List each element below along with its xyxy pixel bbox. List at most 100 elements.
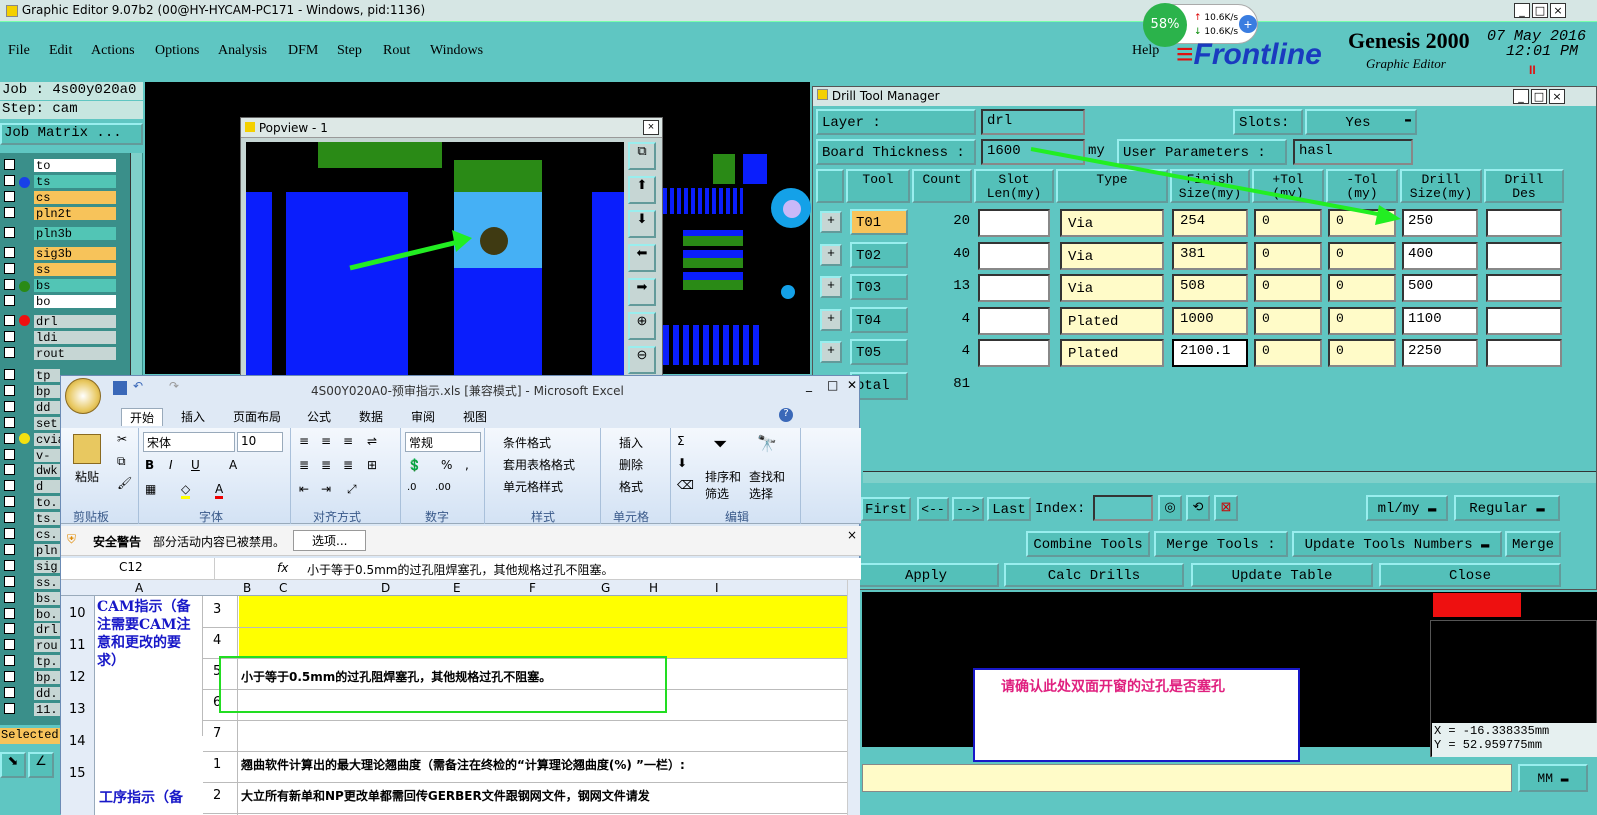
- finish-size-field[interactable]: 381: [1172, 241, 1248, 270]
- update-numbers-dropdown[interactable]: Update Tools Numbers ▬: [1292, 531, 1502, 557]
- table-format-button[interactable]: 套用表格格式: [503, 456, 575, 473]
- layer-checkbox[interactable]: [4, 416, 15, 428]
- layer-checkbox[interactable]: [4, 655, 15, 667]
- tool-cell[interactable]: T04: [850, 306, 908, 333]
- layer-checkbox[interactable]: [4, 432, 15, 444]
- layer-item-sig3b[interactable]: sig3b: [34, 247, 116, 261]
- type-dropdown[interactable]: Via: [1060, 241, 1164, 270]
- ribbon-tab-5[interactable]: 审阅: [403, 408, 443, 425]
- minimize-button[interactable]: _: [1514, 3, 1530, 18]
- grow-font-icon[interactable]: A: [229, 458, 237, 472]
- pan-right-icon[interactable]: ➡: [628, 278, 656, 306]
- column-header-D[interactable]: D: [381, 581, 390, 595]
- office-button[interactable]: [65, 378, 101, 414]
- mode-dropdown[interactable]: Regular ▬: [1454, 495, 1560, 521]
- layer-item-drl[interactable]: drl: [34, 623, 60, 637]
- layer-item-ldi[interactable]: ldi: [34, 331, 116, 345]
- drill-size-field[interactable]: 500: [1402, 274, 1478, 302]
- drill-size-field[interactable]: 2250: [1402, 339, 1478, 367]
- minus-tol-field[interactable]: 0: [1328, 274, 1396, 302]
- layer-checkbox[interactable]: [4, 575, 15, 587]
- menu-dfm[interactable]: DFM: [288, 43, 318, 59]
- layer-checkbox[interactable]: [4, 607, 15, 619]
- slots-dropdown[interactable]: Yes ▬: [1305, 109, 1417, 135]
- menu-analysis[interactable]: Analysis: [218, 43, 267, 59]
- layer-checkbox[interactable]: [4, 347, 15, 358]
- decrease-decimal-icon[interactable]: .00: [435, 482, 451, 493]
- copy-icon[interactable]: ⧉: [117, 454, 126, 469]
- layer-checkbox[interactable]: [4, 623, 15, 635]
- align-middle-icon[interactable]: ≡: [321, 434, 331, 448]
- font-color-icon[interactable]: A: [215, 482, 224, 499]
- layer-checkbox[interactable]: [4, 512, 15, 524]
- drill-des-field[interactable]: [1486, 339, 1562, 367]
- cell-b[interactable]: 4: [213, 633, 221, 648]
- finish-size-field[interactable]: 2100.1: [1172, 339, 1248, 367]
- merge-tools-label[interactable]: Merge Tools :: [1154, 531, 1288, 557]
- refresh-icon[interactable]: ⟲: [1186, 495, 1210, 521]
- row-header[interactable]: 15: [69, 766, 86, 781]
- layer-item-11.[interactable]: 11.: [34, 702, 60, 717]
- bold-button[interactable]: B: [145, 458, 154, 472]
- column-header-C[interactable]: C: [279, 581, 287, 595]
- finish-size-field[interactable]: 1000: [1172, 306, 1248, 335]
- slot-len-field[interactable]: [978, 209, 1050, 237]
- drill-size-field[interactable]: 250: [1402, 209, 1478, 237]
- first-button[interactable]: First: [861, 497, 911, 521]
- calc-drills-button[interactable]: Calc Drills: [1004, 563, 1184, 587]
- layer-item-d[interactable]: d: [34, 480, 60, 494]
- table-hscrollbar[interactable]: [863, 471, 1596, 483]
- layer-item-dd[interactable]: dd: [34, 400, 60, 415]
- pan-up-icon[interactable]: ⬆: [628, 176, 656, 204]
- job-matrix-button[interactable]: Job Matrix ...: [0, 123, 143, 145]
- currency-icon[interactable]: 💲: [407, 458, 422, 472]
- maximize-button[interactable]: □: [1532, 3, 1548, 18]
- ribbon-tab-1[interactable]: 插入: [173, 408, 213, 425]
- clear-icon[interactable]: ⌫: [677, 478, 694, 492]
- number-format-select[interactable]: 常规: [405, 432, 481, 452]
- row-expand-icon[interactable]: +: [820, 308, 842, 331]
- excel-minimize[interactable]: _: [806, 378, 812, 392]
- prev-button[interactable]: <--: [917, 497, 949, 521]
- layer-checkbox[interactable]: [4, 159, 15, 170]
- column-header-A[interactable]: A: [135, 581, 143, 595]
- tool-cell[interactable]: T05: [850, 339, 908, 365]
- layer-checkbox[interactable]: [4, 559, 15, 571]
- conditional-format-button[interactable]: 条件格式: [503, 434, 551, 451]
- help-icon[interactable]: ?: [779, 408, 793, 422]
- layer-item-ss.[interactable]: ss.: [34, 575, 60, 590]
- menu-step[interactable]: Step: [337, 43, 362, 59]
- layer-item-bp.[interactable]: bp.: [34, 671, 60, 685]
- cell-b[interactable]: 3: [213, 602, 221, 617]
- increase-decimal-icon[interactable]: .0: [407, 482, 417, 493]
- merge-icon[interactable]: ⊞: [367, 458, 377, 472]
- layer-checkbox[interactable]: [4, 496, 15, 508]
- ribbon-tab-2[interactable]: 页面布局: [225, 408, 289, 425]
- menu-actions[interactable]: Actions: [91, 43, 135, 59]
- ribbon-tab-4[interactable]: 数据: [351, 408, 391, 425]
- layer-checkbox[interactable]: [4, 448, 15, 460]
- ribbon-tab-6[interactable]: 视图: [455, 408, 495, 425]
- close-dialog-button[interactable]: Close: [1379, 563, 1561, 587]
- last-button[interactable]: Last: [987, 497, 1031, 521]
- layer-item-bs[interactable]: bs: [34, 279, 116, 293]
- layer-item-rout[interactable]: rout: [34, 347, 116, 361]
- fx-icon[interactable]: fx: [277, 561, 288, 575]
- layer-item-bp[interactable]: bp: [34, 384, 60, 399]
- format-cells-button[interactable]: 格式: [619, 478, 643, 495]
- border-icon[interactable]: ▦: [145, 482, 156, 496]
- plus-tol-field[interactable]: 0: [1254, 241, 1322, 270]
- minus-tol-field[interactable]: 0: [1328, 339, 1396, 367]
- outdent-icon[interactable]: ⇥: [321, 482, 331, 496]
- drill-des-field[interactable]: [1486, 209, 1562, 237]
- layer-checkbox[interactable]: [4, 331, 15, 342]
- paste-icon[interactable]: [73, 434, 101, 464]
- close-button[interactable]: ×: [1550, 3, 1566, 18]
- minus-tol-field[interactable]: 0: [1328, 306, 1396, 335]
- sum-icon[interactable]: Σ: [677, 434, 685, 448]
- layer-checkbox[interactable]: [4, 227, 15, 238]
- drill-des-field[interactable]: [1486, 306, 1562, 335]
- paste-label[interactable]: 粘贴: [75, 468, 99, 485]
- layer-item-bo.[interactable]: bo.: [34, 607, 60, 622]
- layer-checkbox[interactable]: [4, 480, 15, 492]
